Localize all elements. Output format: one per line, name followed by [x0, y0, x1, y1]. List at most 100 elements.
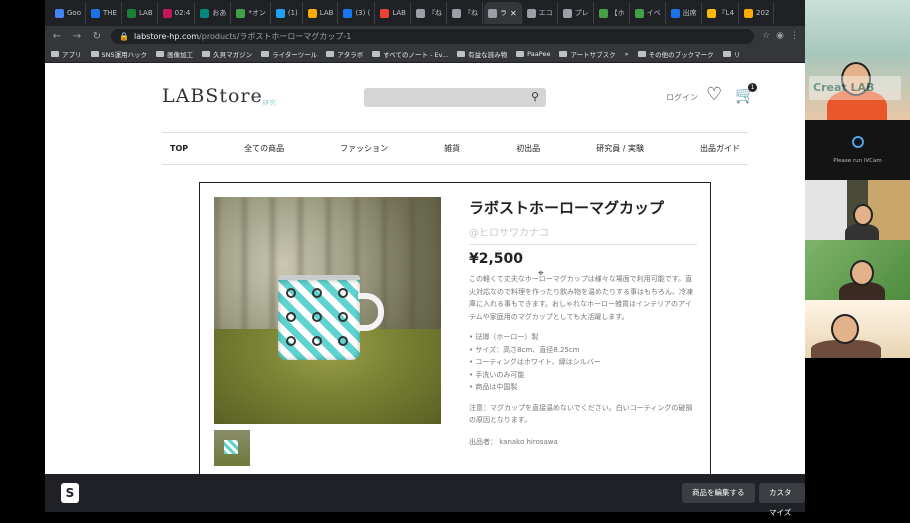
video-tile-participant-4[interactable] [805, 300, 910, 358]
product-exhibitor: 出品者： kanako hirosawa [469, 437, 558, 446]
bookmark-label: ライターツール [272, 51, 318, 59]
mouse-cursor-icon: ⌖ [538, 268, 544, 279]
video-tile-participant-1[interactable]: Creat LAB [805, 0, 910, 120]
bookmark-label: アプリ [62, 51, 82, 59]
nav-item[interactable]: 雑貨 [444, 143, 460, 154]
folder-icon [326, 51, 335, 57]
browser-tab[interactable]: LAB [376, 2, 411, 24]
bookmark-item[interactable]: 画像加工 [156, 49, 193, 59]
person-face [850, 260, 874, 286]
store-header: LABStore研究 ⚲ ログイン ♡ 🛒 1 [160, 81, 757, 111]
video-tile-participant-3[interactable] [805, 240, 910, 300]
edit-product-button[interactable]: 商品を編集する [682, 483, 755, 503]
back-icon[interactable]: ← [51, 31, 63, 42]
bookmark-item[interactable]: 久貝マガジン [202, 49, 252, 59]
browser-tab[interactable]: 02:4 [159, 2, 196, 24]
tab-label: 【ホ [610, 9, 625, 17]
bookmark-item[interactable]: » [625, 50, 629, 58]
bookmark-item[interactable]: すべてのノート - Ev... [372, 49, 448, 59]
login-link[interactable]: ログイン [666, 92, 698, 103]
bookmark-label: 有益な読み物 [468, 51, 508, 59]
browser-tab[interactable]: ラ ✕ [483, 2, 522, 24]
video-tile-participant-2[interactable] [805, 180, 910, 240]
camera-icon [852, 136, 864, 148]
browser-tab[interactable]: 『L4 [703, 2, 740, 24]
browser-tab[interactable]: エコ [523, 2, 558, 24]
browser-tab[interactable]: LAB [304, 2, 339, 24]
product-photo[interactable] [214, 197, 441, 424]
bookmark-item[interactable]: SNS運用ハック [90, 49, 147, 59]
bookmark-label: » [624, 50, 629, 58]
nav-item[interactable]: 全ての商品 [244, 143, 284, 154]
bookmark-item[interactable]: その他のブックマーク [637, 49, 714, 59]
bookmark-item[interactable]: リ [722, 49, 741, 59]
product-thumbnail[interactable] [214, 430, 250, 466]
video-tile-ivcam[interactable]: Please run iVCam [805, 120, 910, 180]
bookmark-label: アートサブスク [570, 51, 616, 59]
bookmarks-bar: アプリ SNS運用ハック 画像加工 久貝マガジン ライターツール アタラボ すべてのノート … [45, 46, 805, 63]
spec-item: • サイズ：高さ8cm、直径8.25cm [469, 345, 580, 354]
tab-close-icon[interactable]: ✕ [510, 9, 517, 18]
browser-tab[interactable]: プレ [559, 2, 594, 24]
bookmark-label: リ [733, 51, 741, 59]
mug-motif [338, 336, 348, 346]
browser-tab[interactable]: 『ね [412, 2, 447, 24]
product-note: 注意：マグカップを直接温めないでください。白いコーティングの破損の原因となります… [469, 403, 693, 425]
nav-item[interactable]: ファッション [340, 143, 388, 154]
bookmark-label: アタラボ [337, 51, 364, 59]
menu-icon[interactable]: ⋮ [790, 31, 799, 41]
browser-tab[interactable]: (3) ( [339, 2, 376, 24]
product-specs: • 琺瑯（ホーロー）製 • サイズ：高さ8cm、直径8.25cm • コーティングは… [469, 331, 697, 394]
mug-motif [286, 312, 296, 322]
bookmark-item[interactable]: ライターツール [261, 49, 317, 59]
search-icon[interactable]: ⚲ [531, 90, 539, 103]
browser-tab[interactable]: THE [87, 2, 122, 24]
store-logo[interactable]: LABStore研究 [162, 85, 277, 107]
product-author-link[interactable]: @ヒロサワカナコ [469, 224, 697, 245]
address-bar[interactable]: 🔒 labstore-hp.com/products/ラボストホーローマグカップ… [111, 28, 755, 44]
folder-icon [722, 51, 731, 57]
bookmark-label: PaaPee [527, 50, 551, 58]
star-icon[interactable]: ☆ [762, 31, 770, 41]
browser-window: Goo THE LAB 02:4 おあ *オン (1) LAB (3) (LAB 『ね 『ねラ ✕ エ… [45, 0, 805, 512]
folder-icon [261, 51, 270, 57]
shopify-bag-icon[interactable]: S [61, 483, 79, 503]
nav-item[interactable]: TOP [170, 144, 188, 153]
nav-item[interactable]: 研究員 / 実験 [596, 143, 644, 154]
mug-motif [286, 288, 296, 298]
bookmark-item[interactable]: PaaPee [516, 50, 550, 58]
browser-tab[interactable]: 202 [740, 2, 775, 24]
forward-icon[interactable]: → [71, 31, 83, 42]
product-price: ¥2,500 [469, 251, 524, 267]
browser-tab[interactable]: LAB [123, 2, 158, 24]
browser-tab[interactable]: 『ね [448, 2, 483, 24]
browser-tab[interactable]: 出席 [667, 2, 702, 24]
browser-tab[interactable]: Goo [51, 2, 86, 24]
search-input[interactable]: ⚲ [364, 88, 546, 107]
bookmark-item[interactable]: アートサブスク [559, 49, 616, 59]
tab-label: 02:4 [174, 9, 191, 17]
browser-tab[interactable]: 【ホ [595, 2, 630, 24]
nav-item[interactable]: 初出品 [516, 143, 540, 154]
product-info: ラボストホーローマグカップ @ヒロサワカナコ ¥2,500 この軽くて丈夫なホー… [469, 197, 697, 447]
browser-tab[interactable]: イベ [631, 2, 666, 24]
customize-button[interactable]: カスタマイズ [759, 483, 805, 517]
bookmark-item[interactable]: アタラボ [326, 49, 363, 59]
bookmark-label: その他のブックマーク [648, 51, 714, 59]
bookmark-item[interactable]: アプリ [51, 49, 82, 59]
tab-label: (3) ( [355, 9, 371, 17]
bookmark-item[interactable]: 有益な読み物 [457, 49, 507, 59]
lock-icon: 🔒 [119, 31, 129, 41]
heart-icon[interactable]: ♡ [706, 84, 722, 105]
folder-icon [202, 51, 211, 57]
browser-tab[interactable]: *オン [232, 2, 271, 24]
person-face [831, 314, 859, 344]
nav-item[interactable]: 出品ガイド [700, 143, 740, 154]
browser-tab[interactable]: おあ [196, 2, 232, 24]
store-page: LABStore研究 ⚲ ログイン ♡ 🛒 1 TOP 全ての商品 ファッション 雑貨… [45, 63, 805, 512]
tab-favicon-icon [236, 8, 246, 18]
tab-favicon-icon [380, 8, 390, 18]
reload-icon[interactable]: ↻ [91, 31, 103, 42]
extension-icon[interactable]: ◉ [776, 31, 784, 41]
browser-tab[interactable]: (1) [272, 2, 303, 24]
